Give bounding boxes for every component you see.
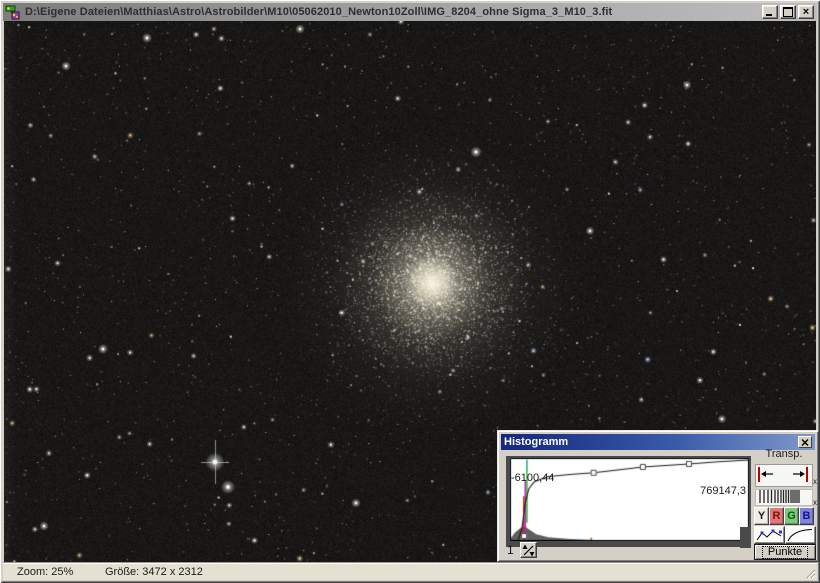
histogram-canvas[interactable] [510,458,749,541]
transparency-bars-control[interactable] [755,489,813,506]
histogram-controls: Transp. x x Y R G B Punkte [754,431,817,561]
histogram-plot[interactable]: -6100,44 769147,3 [510,458,751,548]
histogram-min-value: -6100,44 [511,472,555,484]
channel-button-g[interactable]: G [784,507,799,525]
histogram-max-value: 769147,3 [700,485,746,497]
minimize-button[interactable] [762,5,778,19]
transp-label: Transp. [765,448,803,460]
resize-grip-icon[interactable] [803,566,816,579]
histogram-dialog: Histogramm -6100,44 769147,3 1 Transp. x… [497,430,819,562]
plot-corner-notch [740,527,751,548]
smooth-curve-icon [787,529,813,542]
channel-button-y[interactable]: Y [754,507,769,525]
histogram-scale-value: 1 [507,543,514,557]
titlebar[interactable]: D:\Eigene Dateien\Matthias\Astro\Astrobi… [3,3,817,21]
channel-button-r[interactable]: R [769,507,784,525]
minimize-icon [766,14,772,16]
maximize-icon [783,7,793,17]
size-status: Größe: 3472 x 2312 [105,565,203,578]
smooth-curve-button[interactable] [785,526,816,544]
channel-button-b[interactable]: B [799,507,814,525]
scale-toggle-button[interactable] [520,542,537,558]
window-title: D:\Eigene Dateien\Matthias\Astro\Astrobi… [25,6,613,18]
maximize-button[interactable] [780,5,796,19]
bars-x-label: x [813,498,817,507]
channel-buttons: Y R G B [754,507,814,525]
close-icon: × [802,6,810,18]
scale-toggle-icon [522,544,535,556]
range-x-label: x [813,477,817,486]
status-bar: Zoom: 25% Größe: 3472 x 2312 [3,562,817,580]
histogram-plot-frame: -6100,44 769147,3 [506,456,751,548]
close-button[interactable]: × [798,5,814,19]
points-curve-button[interactable] [754,526,785,544]
punkte-button-label: Punkte [761,545,809,559]
zoom-status: Zoom: 25% [17,565,74,578]
points-curve-icon [756,529,782,541]
caption-buttons: × [762,5,814,19]
transparency-range-control[interactable] [755,464,813,487]
app-icon [5,4,21,20]
app-window: D:\Eigene Dateien\Matthias\Astro\Astrobi… [0,0,820,583]
punkte-button[interactable]: Punkte [754,544,816,560]
transp-range-icon [758,467,808,482]
transp-bars-icon [759,490,800,503]
curve-mode-buttons [754,526,816,544]
